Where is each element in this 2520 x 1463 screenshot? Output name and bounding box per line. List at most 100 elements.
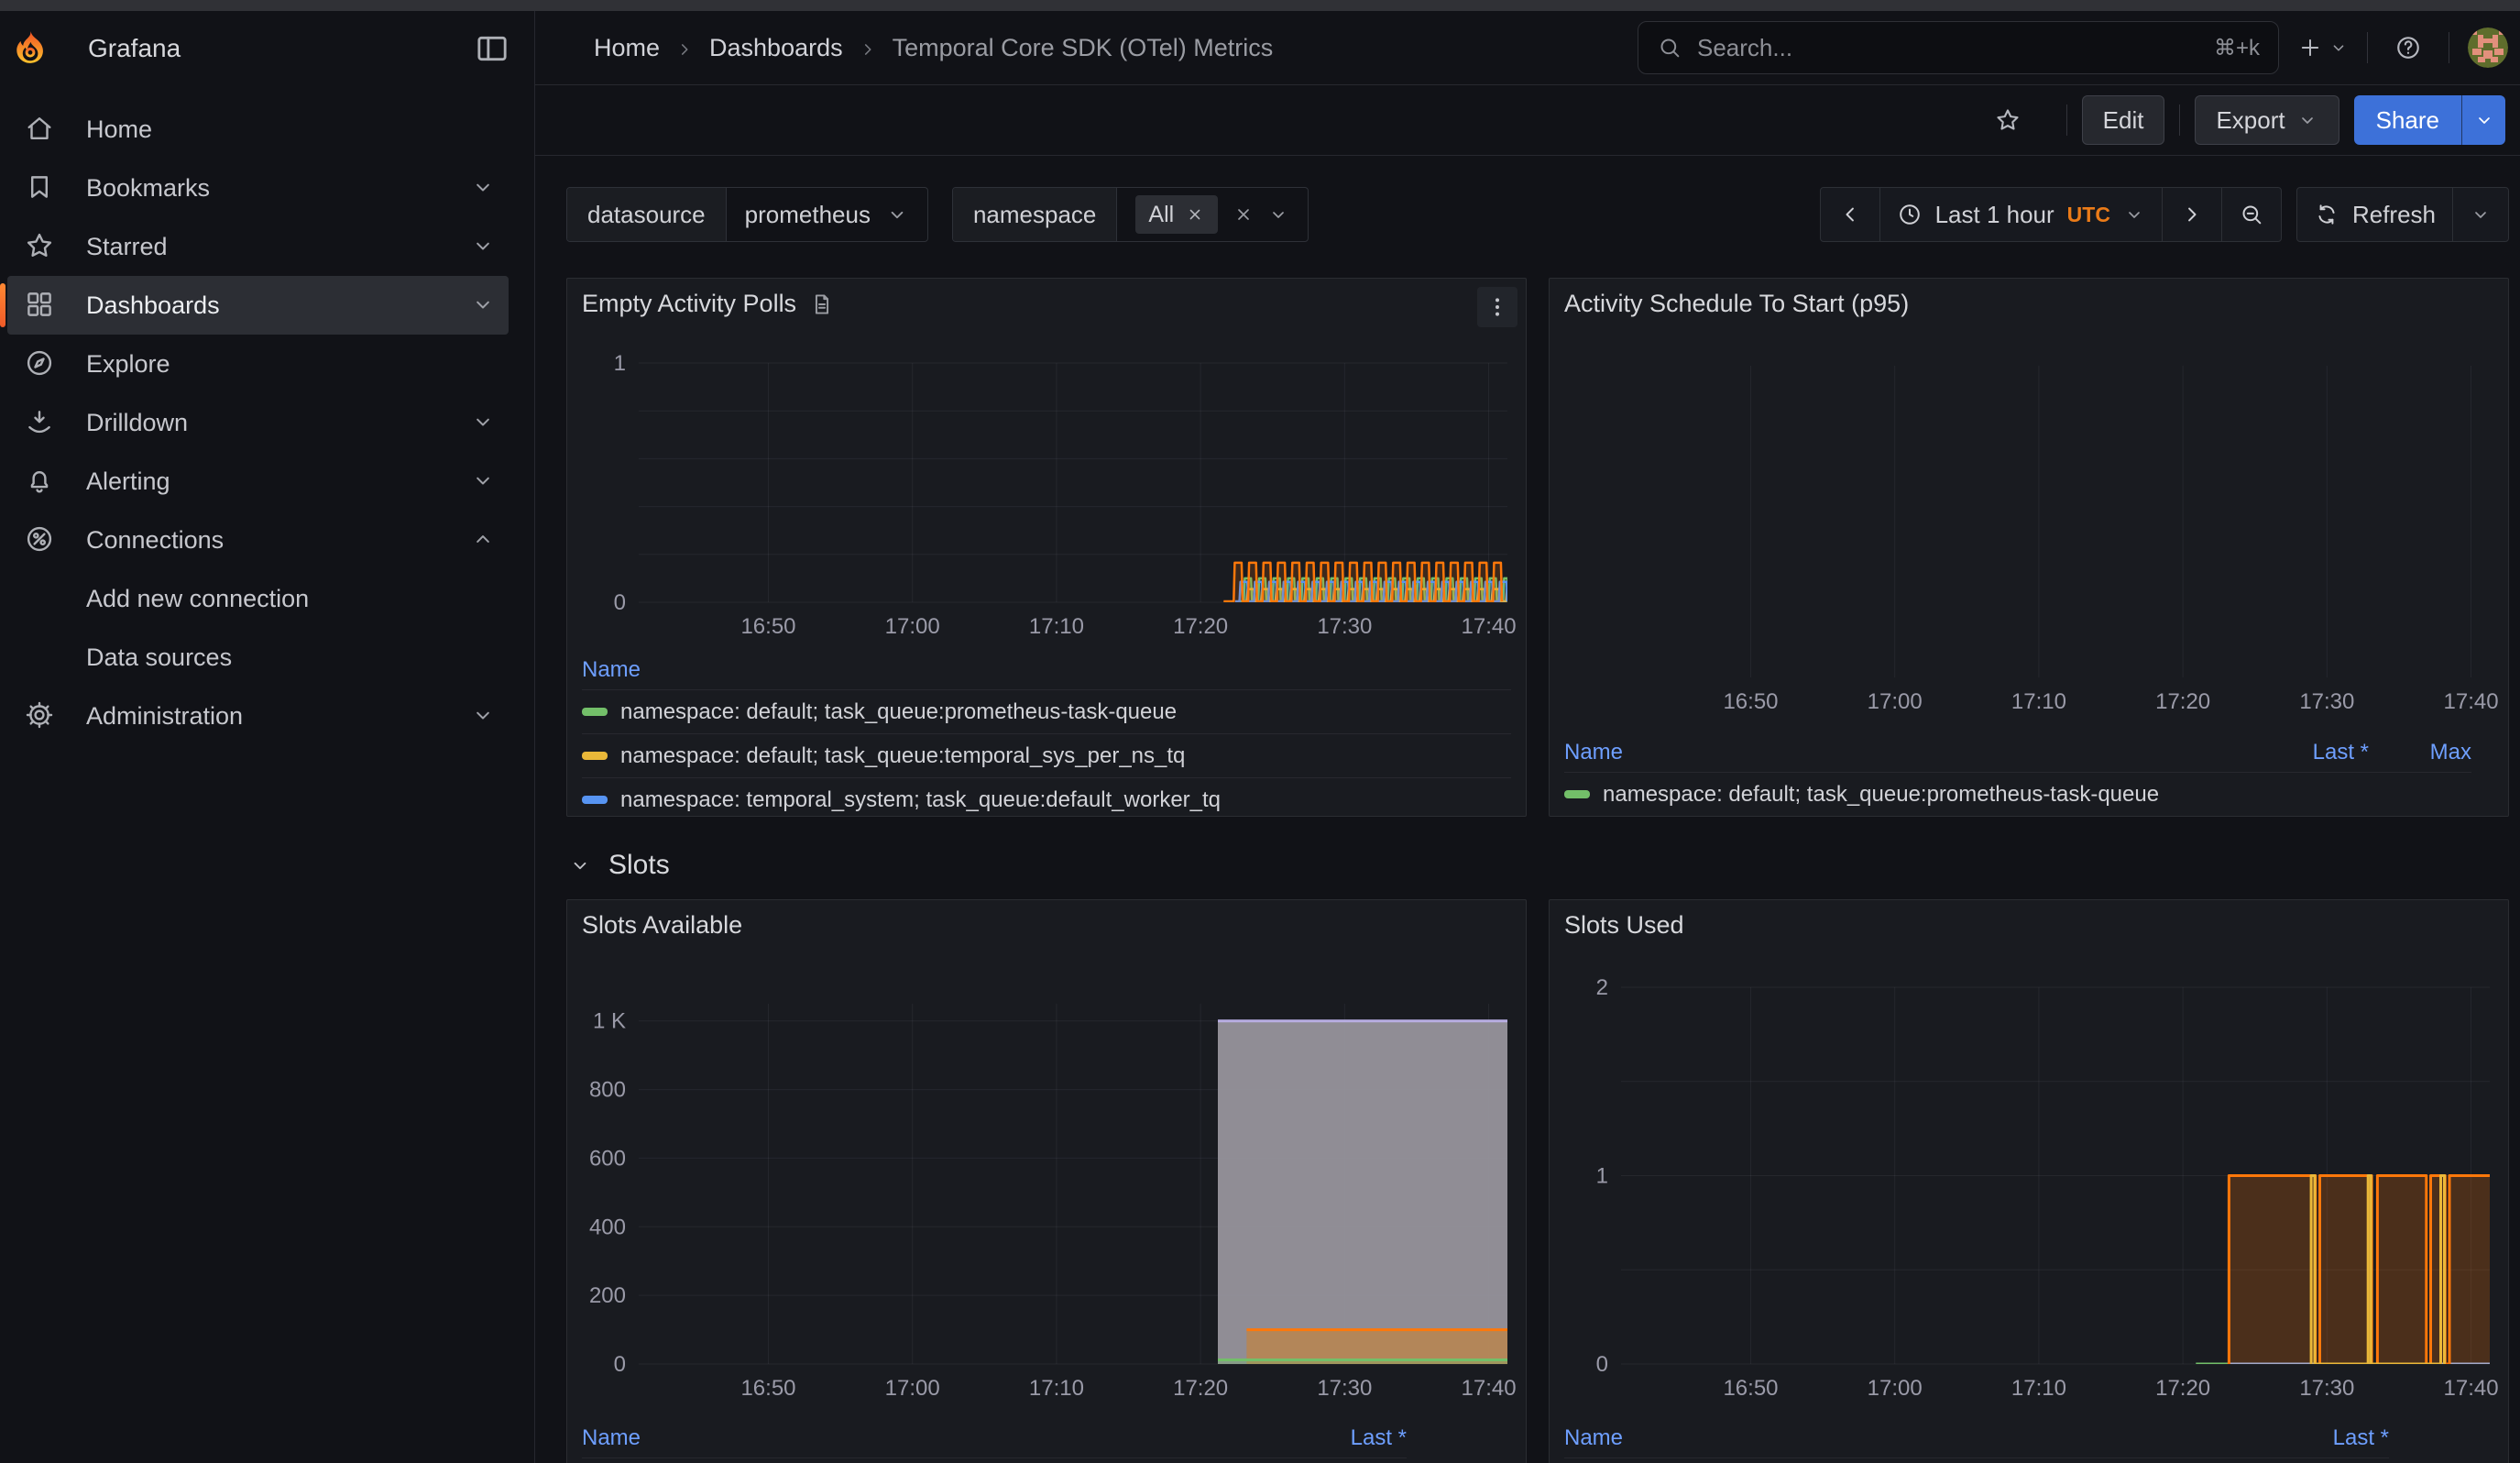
chevron-right-icon [2179,202,2205,227]
legend-column[interactable]: Max [2369,740,2471,765]
sidebar-item-connections[interactable]: Connections [7,511,509,569]
legend-header: NameLast * [1564,1418,2389,1458]
legend-column[interactable]: Name [1564,1425,2252,1451]
timeseries-chart[interactable]: 16:5017:0017:1017:2017:3017:40012 [1550,951,2508,1418]
breadcrumb-dashboards[interactable]: Dashboards [709,34,843,62]
panel-activity-schedule-to-start: Activity Schedule To Start (p95) 16:5017… [1549,278,2509,817]
sidebar-item-dashboards[interactable]: Dashboards [7,276,509,335]
chevron-down-icon[interactable] [470,292,498,319]
series-color-swatch [582,752,608,760]
timeseries-chart[interactable]: 16:5017:0017:1017:2017:3017:400200400600… [567,951,1526,1418]
bell-icon [24,465,57,498]
sidebar-item-administration[interactable]: Administration [7,687,509,745]
sidebar-item-explore[interactable]: Explore [7,335,509,393]
drilldown-icon [24,406,57,439]
sidebar-item-starred[interactable]: Starred [7,217,509,276]
sidebar-item-bookmarks[interactable]: Bookmarks [7,159,509,217]
help-icon[interactable] [2386,26,2430,70]
chevron-down-icon[interactable] [470,174,498,202]
legend-header: Name [582,650,1511,690]
time-back-button[interactable] [1820,187,1880,242]
chevron-down-icon [2473,109,2495,131]
clear-icon[interactable] [1233,204,1255,226]
svg-text:17:20: 17:20 [2155,689,2210,714]
zoom-out-icon [2239,202,2264,227]
search-icon [1657,35,1682,60]
svg-text:200: 200 [589,1283,626,1308]
svg-text:0: 0 [614,1352,626,1377]
section-slots[interactable]: Slots [568,850,2509,881]
export-button[interactable]: Export [2195,95,2339,145]
legend-column[interactable]: Last * [2252,1425,2389,1451]
favorite-button[interactable] [1986,98,2030,142]
namespace-label: namespace [953,188,1117,241]
svg-text:17:10: 17:10 [2011,689,2066,714]
compass-icon [24,347,57,380]
namespace-value-pill[interactable]: All [1135,195,1218,234]
time-range-picker[interactable]: Last 1 hour UTC [1879,187,2163,242]
chevron-down-icon[interactable] [470,468,498,495]
refresh-interval-button[interactable] [2452,187,2509,242]
sidebar-item-data-sources[interactable]: Data sources [7,628,509,687]
share-dropdown-button[interactable] [2461,95,2505,145]
sidebar-item-home[interactable]: Home [7,100,509,159]
section-title: Slots [608,850,670,881]
breadcrumb-current: Temporal Core SDK (OTel) Metrics [893,34,1274,62]
new-item-button[interactable] [2297,35,2349,60]
time-forward-button[interactable] [2162,187,2222,242]
legend-column[interactable]: Last * [1269,1425,1407,1451]
legend-row[interactable]: namespace: default; task_queue:prometheu… [1564,1458,2389,1463]
panel-title[interactable]: Slots Used [1564,911,1684,940]
legend-column[interactable]: Name [582,1425,1269,1451]
legend-column[interactable]: Last * [2231,740,2369,765]
chevron-down-icon[interactable] [470,702,498,730]
sidebar-item-alerting[interactable]: Alerting [7,452,509,511]
chevron-down-icon [2328,38,2349,58]
edit-button[interactable]: Edit [2082,95,2165,145]
description-icon[interactable] [809,292,835,317]
search-bar[interactable]: ⌘+k [1638,21,2279,74]
zoom-out-button[interactable] [2221,187,2282,242]
chevron-down-icon[interactable] [470,409,498,436]
legend-row[interactable]: namespace: default; task_queue:prometheu… [582,690,1511,734]
sidebar-toggle-icon[interactable] [474,30,510,67]
legend-row[interactable]: namespace: default; task_queue:temporal_… [582,734,1511,778]
svg-text:1: 1 [1596,1164,1608,1189]
divider [2367,32,2368,63]
datasource-select[interactable]: prometheus [727,188,927,241]
legend-column[interactable]: Name [582,657,1511,683]
variable-filters: datasource prometheus namespace All [566,187,1309,242]
namespace-select[interactable]: All [1117,188,1308,241]
svg-text:17:00: 17:00 [1868,689,1923,714]
timeseries-chart[interactable]: 16:5017:0017:1017:2017:3017:40 [1550,329,2508,732]
panel-title[interactable]: Empty Activity Polls [582,290,796,318]
avatar[interactable] [2468,28,2508,68]
sidebar-item-add-new-connection[interactable]: Add new connection [7,569,509,628]
legend-row[interactable]: namespace: default; task_queue:prometheu… [582,1458,1407,1463]
breadcrumb-home[interactable]: Home [594,34,660,62]
chevron-up-icon[interactable] [470,526,498,554]
svg-text:17:20: 17:20 [2155,1376,2210,1401]
grafana-logo-icon[interactable] [13,29,48,68]
chevron-down-icon[interactable] [1267,204,1289,226]
panel-title[interactable]: Activity Schedule To Start (p95) [1564,290,1909,318]
sidebar-nav: HomeBookmarksStarredDashboardsExploreDri… [0,85,534,745]
svg-text:0: 0 [1596,1352,1608,1377]
divider [2066,104,2067,136]
chevron-down-icon[interactable] [470,233,498,260]
remove-value-icon[interactable] [1185,204,1205,225]
legend: NameLast *namespace: default; task_queue… [1550,1418,2508,1463]
panel-menu-button[interactable] [1477,287,1517,327]
panel-slots-available: Slots Available 16:5017:0017:1017:2017:3… [566,899,1527,1463]
chevron-right-icon [858,38,878,58]
legend-row[interactable]: namespace: temporal_system; task_queue:d… [582,778,1511,817]
share-button[interactable]: Share [2354,95,2461,145]
sidebar-item-drilldown[interactable]: Drilldown [7,393,509,452]
search-input[interactable] [1697,34,2199,62]
legend-row[interactable]: namespace: default; task_queue:prometheu… [1564,773,2471,817]
legend-column[interactable]: Name [1564,740,2231,765]
refresh-button[interactable]: Refresh [2296,187,2453,242]
panel-header: Empty Activity Polls [567,279,1526,329]
timeseries-chart[interactable]: 16:5017:0017:1017:2017:3017:4001 [567,329,1526,650]
panel-title[interactable]: Slots Available [582,911,742,940]
